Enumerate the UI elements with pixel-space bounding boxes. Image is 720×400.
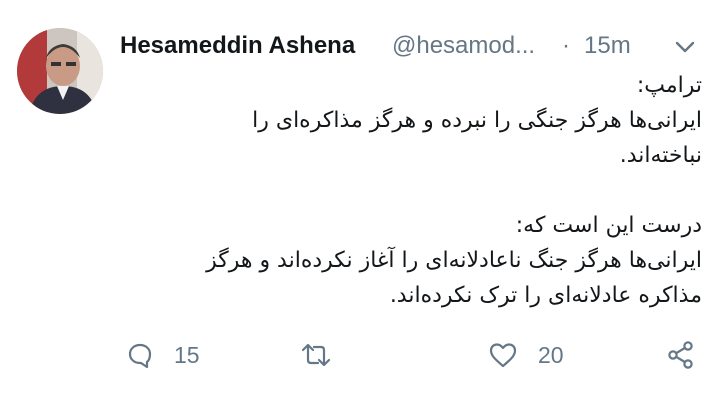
author-name[interactable]: Hesameddin Ashena	[120, 30, 355, 62]
tweet-text-line: ایرانی‌ها هرگز جنگ ناعادلانه‌ای را آغاز …	[206, 248, 702, 273]
share-button[interactable]	[666, 335, 696, 375]
tweet-actions: 15 20	[0, 335, 720, 375]
retweet-button[interactable]	[300, 335, 332, 375]
tweet-header: Hesameddin Ashena @hesamod... · 15m	[120, 30, 710, 62]
author-handle[interactable]: @hesamod...	[392, 30, 535, 62]
reply-button[interactable]: 15	[126, 335, 200, 375]
tweet-text: ترامپ: ایرانی‌ها هرگز جنگی را نبرده و هر…	[122, 68, 702, 313]
tweet-text-line: درست این است که:	[515, 213, 702, 238]
avatar[interactable]	[17, 28, 103, 114]
like-count: 20	[538, 341, 564, 368]
tweet-text-line: ایرانی‌ها هرگز جنگی را نبرده و هرگز مذاک…	[252, 108, 702, 133]
header-separator: ·	[562, 32, 570, 59]
like-button[interactable]: 20	[488, 335, 564, 375]
tweet-text-line: نباخته‌اند.	[619, 143, 702, 168]
tweet-text-line: مذاکره عادلانه‌ای را ترک نکرده‌اند.	[389, 283, 702, 308]
tweet[interactable]: Hesameddin Ashena @hesamod... · 15m ترام…	[0, 0, 720, 400]
heart-icon	[488, 341, 518, 369]
tweet-text-line: ترامپ:	[636, 73, 702, 98]
reply-count: 15	[174, 341, 200, 368]
retweet-icon	[300, 341, 332, 369]
tweet-timestamp[interactable]: 15m	[584, 30, 631, 62]
share-icon	[666, 340, 696, 370]
avatar-image	[17, 28, 103, 114]
chevron-down-icon[interactable]	[672, 34, 698, 60]
speech-bubble-icon	[126, 341, 154, 369]
